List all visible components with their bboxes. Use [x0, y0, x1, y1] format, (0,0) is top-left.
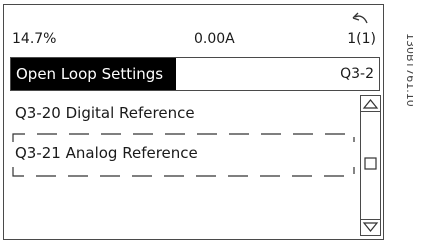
menu-item-analog-reference[interactable]: Q3-21 Analog Reference	[15, 143, 198, 163]
scroll-thumb[interactable]	[361, 155, 380, 173]
status-line: 14.7% 0.00A 1(1)	[4, 5, 383, 53]
menu-code: Q3-2	[340, 66, 374, 82]
back-arrow-icon[interactable]	[352, 12, 368, 24]
figure-id: 130BT761.10	[404, 33, 413, 107]
scroll-down-arrow-icon[interactable]	[361, 219, 380, 235]
menu-title: Open Loop Settings	[11, 58, 176, 90]
status-current: 0.00A	[194, 31, 235, 47]
scrollbar[interactable]	[360, 95, 381, 236]
figure-id-text: 130BT761.10	[404, 33, 413, 107]
status-setup: 1(1)	[347, 31, 376, 47]
menu-item-digital-reference[interactable]: Q3-20 Digital Reference	[15, 103, 195, 123]
status-percentage: 14.7%	[12, 31, 57, 47]
lcp-display: 14.7% 0.00A 1(1) Open Loop Settings Q3-2…	[3, 4, 384, 240]
menu-title-bar: Open Loop Settings Q3-2	[10, 57, 380, 91]
scroll-up-arrow-icon[interactable]	[361, 96, 380, 112]
